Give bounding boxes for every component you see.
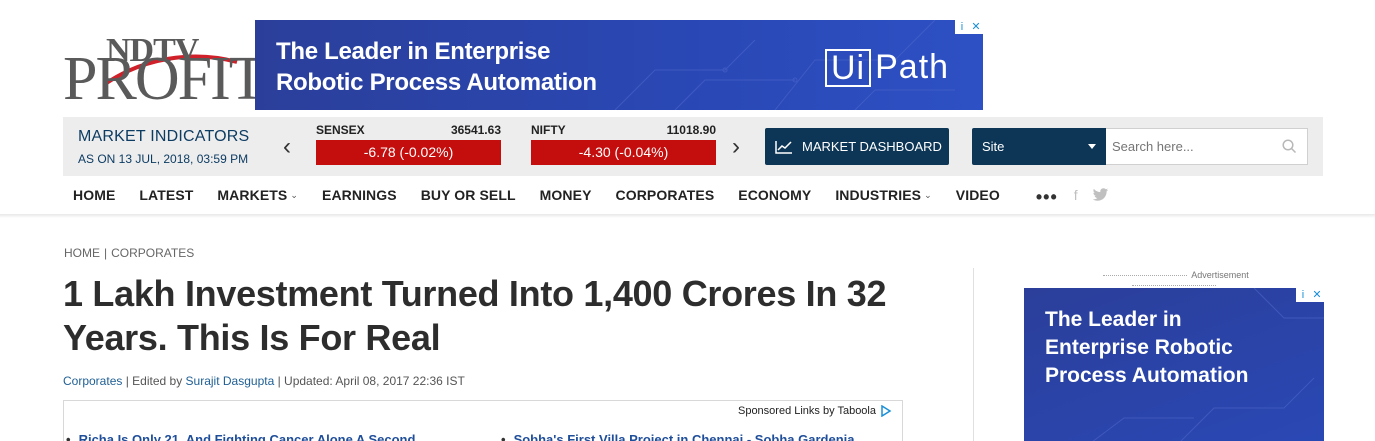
nav-label: EARNINGS (322, 187, 397, 203)
nav-item-buy-or-sell[interactable]: BUY OR SELL (421, 187, 516, 203)
nifty-name: NIFTY (531, 123, 566, 137)
more-menu-icon[interactable]: ••• (1036, 184, 1058, 206)
close-icon[interactable]: ✕ (969, 20, 983, 34)
nav-divider (0, 214, 1375, 218)
nav-item-corporates[interactable]: CORPORATES (616, 187, 715, 203)
sponsored-text: Sponsored Links by Taboola (737, 405, 876, 417)
site-select-value: Site (982, 139, 1005, 154)
sidebar-ad-line2: Enterprise Robotic (1045, 336, 1233, 359)
ad-choices[interactable]: i ✕ (955, 20, 983, 34)
search-box (1106, 128, 1308, 165)
nav-label: BUY OR SELL (420, 187, 516, 203)
nav-item-home[interactable]: HOME (73, 187, 115, 203)
nav-label: HOME (73, 187, 116, 203)
chevron-down-icon: ⌄ (924, 189, 932, 200)
chevron-left-icon[interactable]: ‹ (283, 135, 291, 159)
top-banner-ad[interactable]: The Leader in Enterprise Robotic Process… (255, 20, 983, 110)
advertisement-label: Advertisement (1054, 270, 1294, 290)
market-dashboard-button[interactable]: MARKET DASHBOARD (765, 128, 949, 165)
headline-line2: Years. This Is For Real (63, 317, 441, 358)
market-indicators-bar: MARKET INDICATORS AS ON 13 JUL, 2018, 03… (63, 117, 1323, 176)
chevron-down-icon: ⌄ (290, 189, 298, 200)
chart-trend-icon (775, 140, 792, 154)
market-dashboard-label: MARKET DASHBOARD (802, 139, 942, 154)
breadcrumb-separator: | (104, 246, 108, 260)
brand-rest-text: Path (875, 48, 950, 86)
ad-label-text: Advertisement (1191, 270, 1249, 280)
nav-label: INDUSTRIES (835, 187, 922, 203)
sponsored-link[interactable]: Richa Is Only 21, And Fighting Cancer Al… (66, 432, 416, 441)
logo-profit-text: PROFIT (63, 45, 267, 113)
nav-item-video[interactable]: VIDEO (956, 187, 1000, 203)
breadcrumb-corporates[interactable]: CORPORATES (111, 246, 194, 260)
nifty-value: 11018.90 (666, 123, 716, 137)
uipath-brand: Ui Path (825, 48, 949, 87)
taboola-widget: Sponsored Links by Taboola Richa Is Only… (63, 400, 903, 441)
market-as-on-date: AS ON 13 JUL, 2018, 03:59 PM (78, 152, 249, 166)
search-icon[interactable] (1282, 139, 1297, 154)
sensex-change: -6.78 (-0.02%) (316, 140, 501, 165)
adchoices-icon[interactable]: i (1296, 288, 1310, 302)
sensex-name: SENSEX (316, 123, 365, 137)
nav-label: MARKETS (217, 187, 288, 203)
breadcrumb: HOME | CORPORATES (64, 246, 194, 260)
adchoices-icon[interactable]: i (955, 20, 969, 34)
sidebar-ad-line3: Process Automation (1045, 364, 1249, 387)
nav-label: CORPORATES (615, 187, 715, 203)
market-indicators-title: MARKET INDICATORS (78, 128, 250, 145)
twitter-icon[interactable] (1092, 188, 1109, 202)
byline-category-link[interactable]: Corporates (63, 374, 122, 388)
close-icon[interactable]: ✕ (1310, 288, 1324, 302)
byline-edited-text: | Edited by (122, 374, 186, 388)
taboola-sponsored-label[interactable]: Sponsored Links by Taboola (738, 405, 892, 417)
nav-item-markets[interactable]: MARKETS ⌄ (217, 187, 298, 203)
nifty-ticker[interactable]: NIFTY 11018.90 -4.30 (-0.04%) (531, 123, 716, 165)
column-divider (973, 268, 974, 441)
chevron-right-icon[interactable]: › (732, 135, 740, 159)
sponsored-link[interactable]: Sobha's First Villa Project in Chennai -… (501, 432, 855, 441)
facebook-icon[interactable]: f (1074, 187, 1078, 203)
sidebar-ad-headline: The Leader in Enterprise Robotic Process… (1045, 306, 1295, 390)
nav-label: MONEY (539, 187, 592, 203)
byline-author-link[interactable]: Surajit Dasgupta (186, 374, 275, 388)
nifty-change: -4.30 (-0.04%) (531, 140, 716, 165)
nav-label: LATEST (139, 187, 194, 203)
nav-item-earnings[interactable]: EARNINGS (322, 187, 397, 203)
search-input[interactable] (1106, 129, 1276, 164)
ndtv-profit-logo[interactable]: NDTV PROFIT (63, 34, 267, 111)
taboola-adchoices-icon (881, 405, 892, 417)
nav-label: ECONOMY (738, 187, 812, 203)
nav-label: VIDEO (955, 187, 1000, 203)
article-headline: 1 Lakh Investment Turned Into 1,400 Cror… (63, 272, 903, 360)
site-select-dropdown[interactable]: Site (972, 128, 1106, 165)
sidebar-ad[interactable]: The Leader in Enterprise Robotic Process… (1024, 288, 1324, 441)
nav-item-money[interactable]: MONEY (540, 187, 592, 203)
byline-updated-text: | Updated: April 08, 2017 22:36 IST (274, 374, 465, 388)
article-byline: Corporates | Edited by Surajit Dasgupta … (63, 374, 465, 388)
brand-boxed-text: Ui (825, 48, 872, 87)
nav-item-industries[interactable]: INDUSTRIES ⌄ (835, 187, 931, 203)
main-nav: HOME LATEST MARKETS ⌄ EARNINGS BUY OR SEL… (63, 177, 1123, 213)
nav-item-latest[interactable]: LATEST (139, 187, 193, 203)
sidebar-ad-line1: The Leader in (1045, 308, 1182, 331)
breadcrumb-home[interactable]: HOME (64, 246, 100, 260)
headline-line1: 1 Lakh Investment Turned Into 1,400 Cror… (63, 273, 887, 314)
sensex-value: 36541.63 (450, 123, 501, 137)
ad-choices[interactable]: i ✕ (1296, 288, 1324, 302)
dropdown-caret-icon (1088, 144, 1096, 149)
nav-item-economy[interactable]: ECONOMY (738, 187, 811, 203)
sensex-ticker[interactable]: SENSEX 36541.63 -6.78 (-0.02%) (316, 123, 501, 165)
